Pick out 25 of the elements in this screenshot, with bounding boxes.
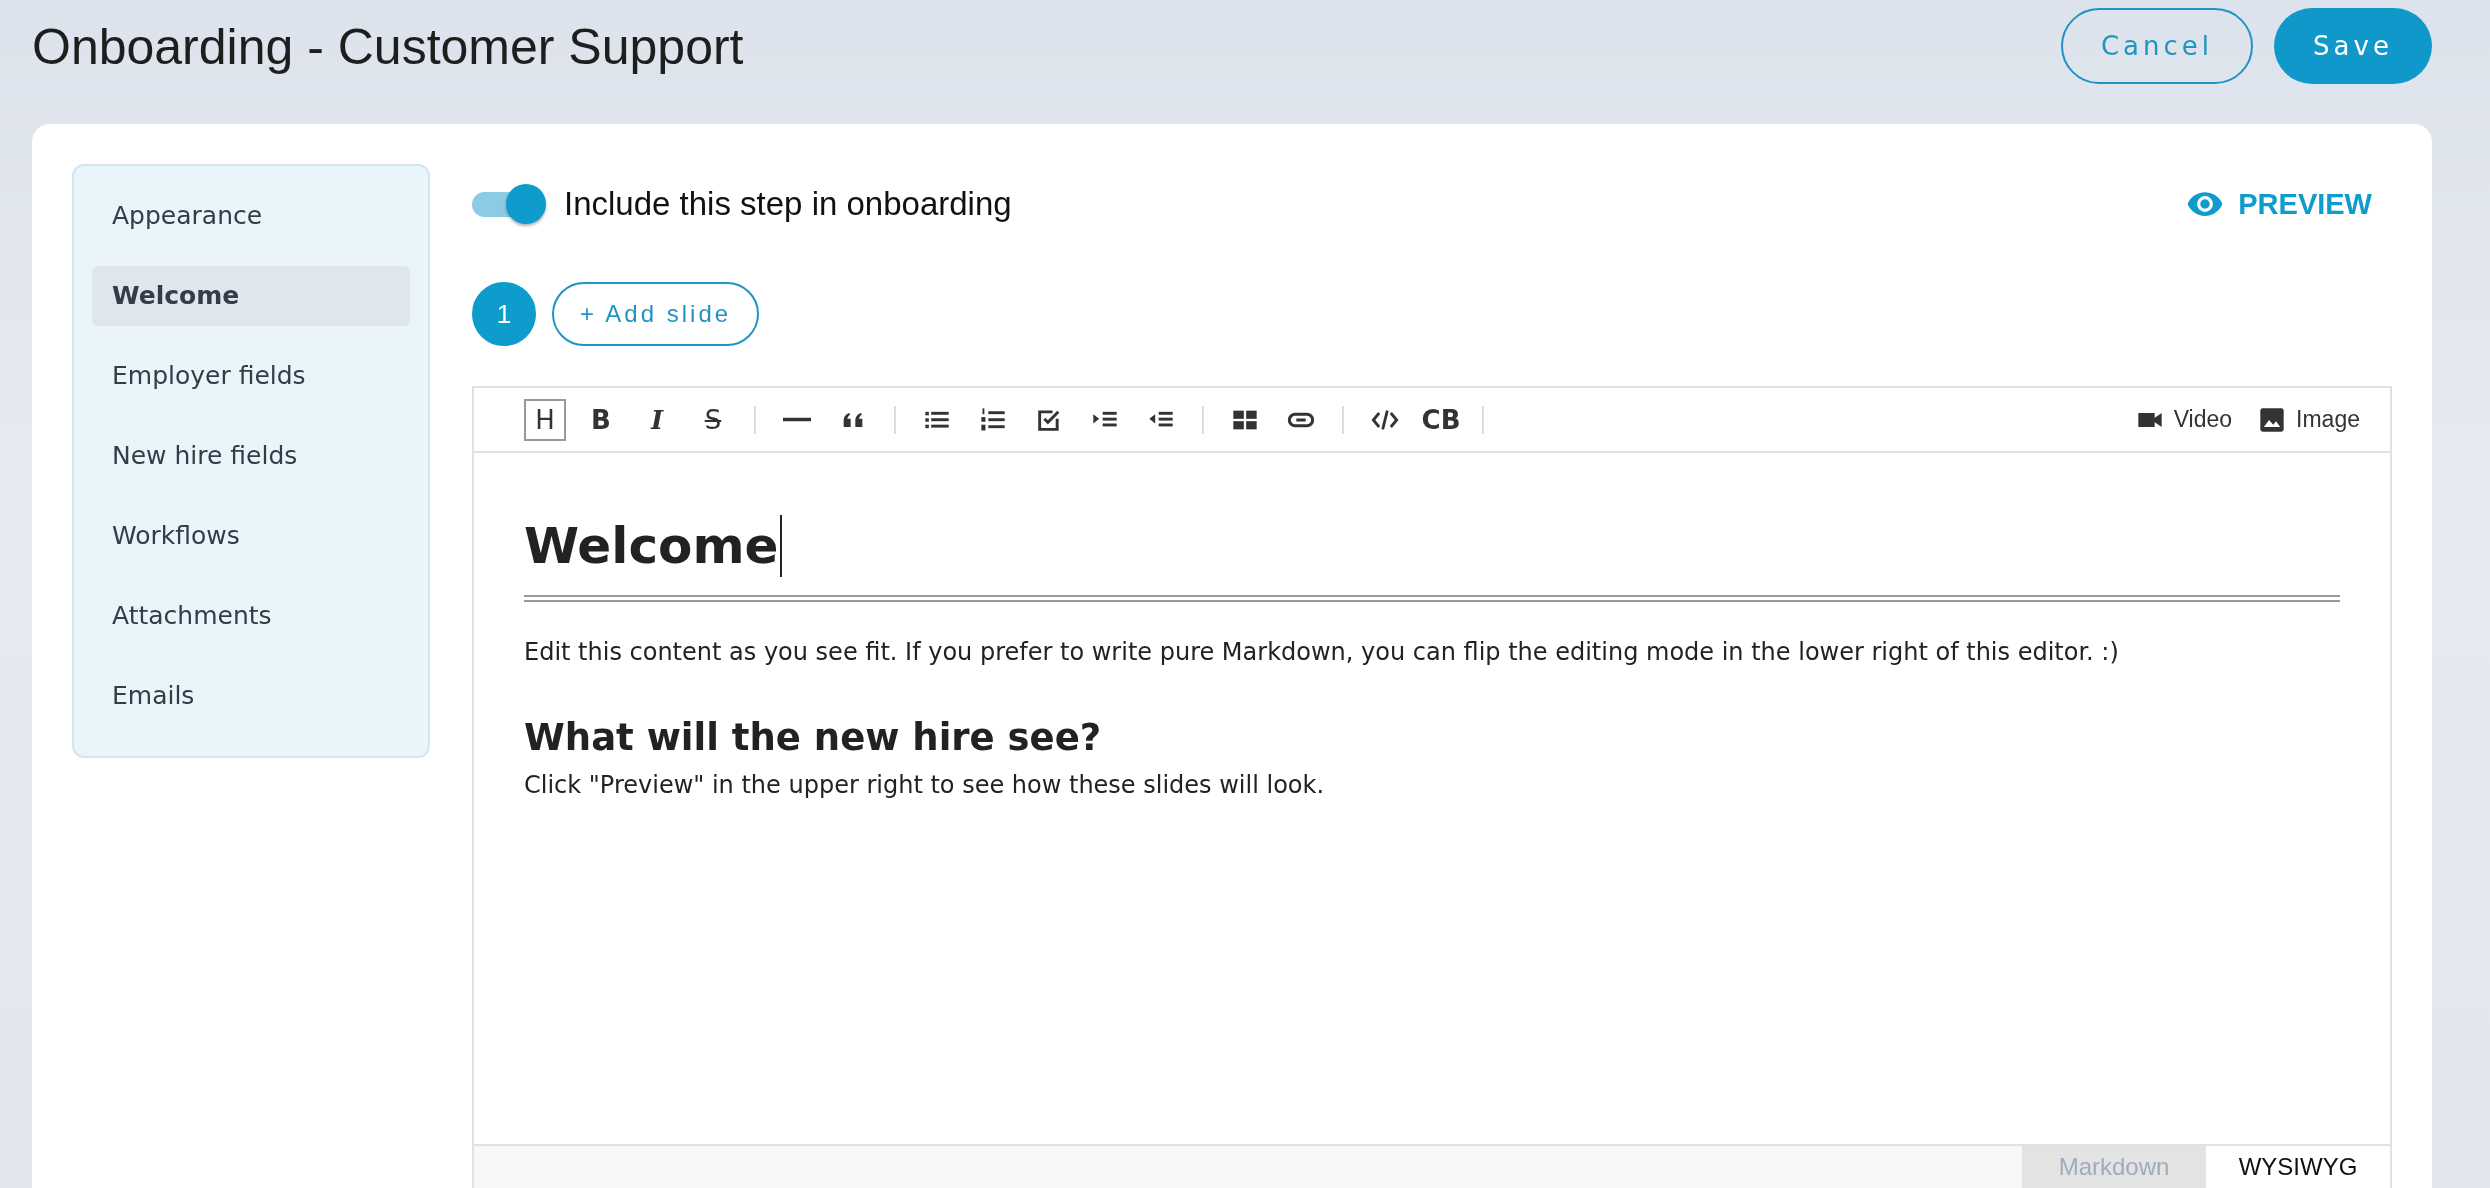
strikethrough-button[interactable]: S <box>692 398 734 441</box>
sidebar-item[interactable]: Employer fields <box>92 346 410 406</box>
mode-tab[interactable]: WYSIWYG <box>2206 1146 2390 1188</box>
image-button[interactable]: Image <box>2258 405 2360 434</box>
paragraph: Click "Preview" in the upper right to see how these slides will look. <box>524 771 1326 799</box>
italic-button[interactable]: I <box>636 398 678 441</box>
toggle-switch[interactable] <box>472 184 546 224</box>
numbered-list-icon <box>979 405 1007 434</box>
subheading: What will the new hire see? <box>524 716 1103 759</box>
sidebar-item[interactable]: Workflows <box>92 506 410 566</box>
sidebar-item[interactable]: Appearance <box>92 186 410 246</box>
image-icon <box>2258 405 2287 434</box>
text-cursor <box>780 515 783 577</box>
paragraph: Edit this content as you see fit. If you prefer to write pure Markdown, you can flip the editing mode in the lower right of this editor. :) <box>524 638 2120 666</box>
code-block-button[interactable]: CB <box>1420 398 1462 441</box>
heading-button[interactable]: H <box>524 398 566 441</box>
bold-button[interactable]: B <box>580 398 622 441</box>
sidebar-item[interactable]: Emails <box>92 666 410 726</box>
sidebar-item[interactable]: New hire fields <box>92 426 410 486</box>
heading: Welcome <box>524 515 783 577</box>
page-title: Onboarding - Customer Support <box>32 18 744 76</box>
video-button[interactable]: Video <box>2135 405 2233 434</box>
sidebar-item[interactable]: Attachments <box>92 586 410 646</box>
sidebar-item[interactable]: Welcome <box>92 266 410 326</box>
toggle-label: Include this step in onboarding <box>564 185 1012 223</box>
